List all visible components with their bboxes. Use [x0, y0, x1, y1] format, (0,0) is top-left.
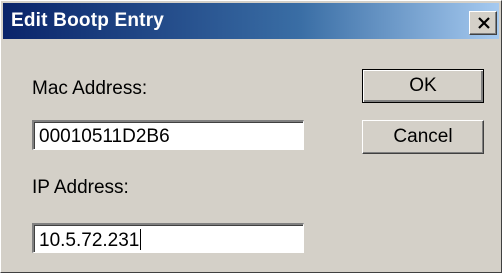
ip-address-field[interactable]: 10.5.72.231 [32, 223, 304, 253]
ip-address-value-wrap: 10.5.72.231 [39, 229, 142, 252]
close-button[interactable] [469, 11, 497, 35]
cancel-button[interactable]: Cancel [362, 120, 484, 154]
close-x-icon [478, 17, 490, 29]
text-caret [140, 229, 142, 250]
edit-bootp-dialog: Edit Bootp Entry Mac Address: 00010511D2… [0, 0, 502, 273]
ok-button[interactable]: OK [362, 69, 484, 103]
window-title: Edit Bootp Entry [11, 10, 165, 31]
mac-address-field[interactable]: 00010511D2B6 [32, 120, 304, 150]
mac-address-label: Mac Address: [32, 78, 148, 99]
title-bar[interactable]: Edit Bootp Entry [3, 3, 499, 39]
ip-address-value: 10.5.72.231 [39, 230, 140, 251]
mac-address-value: 00010511D2B6 [39, 126, 170, 147]
ip-address-label: IP Address: [32, 177, 129, 198]
